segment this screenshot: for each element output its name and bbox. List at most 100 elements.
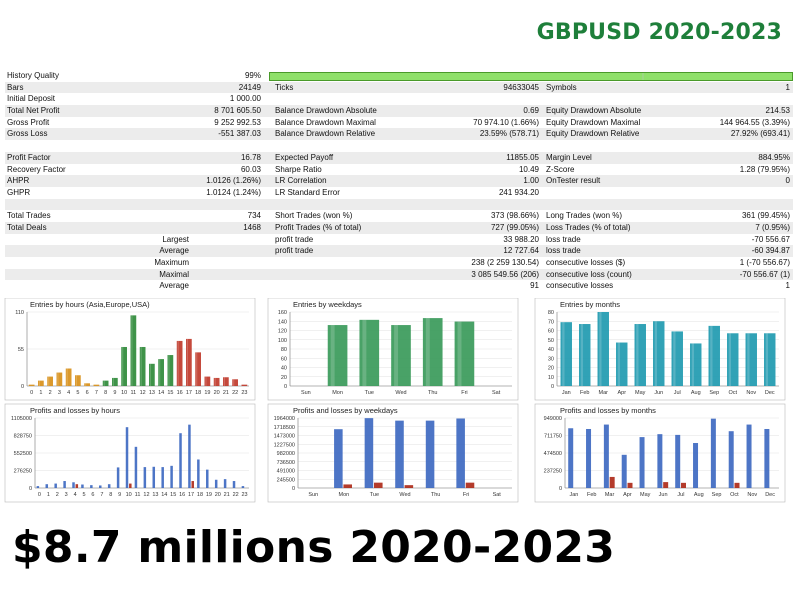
report-cell bbox=[698, 140, 792, 152]
report-cell: Total Trades bbox=[7, 211, 51, 221]
report-cell: 24149 bbox=[238, 82, 261, 92]
y-tick-label: 10 bbox=[548, 375, 554, 381]
x-tick-label: 9 bbox=[113, 390, 116, 396]
x-tick-label: 16 bbox=[177, 390, 183, 396]
report-cell: Bars bbox=[7, 82, 24, 92]
profit-bar bbox=[125, 427, 129, 488]
bar-highlight bbox=[38, 380, 41, 386]
report-cell: 94633045 bbox=[503, 82, 539, 92]
report-cell: consecutive losses bbox=[546, 281, 614, 291]
x-tick-label: Mon bbox=[339, 492, 350, 498]
report-cell: 1 (-70 556.67) bbox=[739, 258, 790, 267]
x-tick-label: Wed bbox=[395, 390, 406, 396]
x-tick-label: Sun bbox=[301, 390, 311, 396]
report-cell bbox=[189, 269, 273, 281]
x-tick-label: Wed bbox=[399, 492, 410, 498]
x-tick-label: Feb bbox=[580, 390, 589, 396]
y-tick-label: 552500 bbox=[14, 451, 32, 457]
report-row: Bars 24149 Ticks 94633045 Symbols 1 bbox=[5, 81, 793, 94]
x-tick-label: Jul bbox=[677, 492, 684, 498]
x-tick-label: Fri bbox=[463, 492, 469, 498]
profit-bar bbox=[188, 424, 191, 488]
y-tick-label: 276250 bbox=[14, 469, 32, 475]
profit-bar bbox=[657, 434, 663, 488]
bar-highlight bbox=[425, 318, 430, 386]
report-cell bbox=[273, 93, 455, 105]
x-tick-label: 6 bbox=[91, 492, 94, 498]
report-cell: Recovery Factor bbox=[7, 164, 66, 174]
loss-bar bbox=[681, 482, 686, 488]
loss-bar bbox=[663, 482, 669, 488]
report-cell: 727 (99.05%) bbox=[490, 222, 539, 232]
report-row: Average profit trade 12 727.64 loss trade -6… bbox=[5, 245, 793, 257]
x-tick-label: 15 bbox=[170, 492, 176, 498]
loss-bar bbox=[374, 482, 383, 488]
x-tick-label: 22 bbox=[232, 390, 238, 396]
report-cell bbox=[544, 70, 698, 82]
report-table: History Quality 99% Bars 24149 Ticks 94633045… bbox=[5, 70, 793, 292]
report-cell bbox=[455, 70, 544, 82]
bar-highlight bbox=[122, 346, 124, 386]
y-tick-label: 736500 bbox=[277, 460, 295, 466]
report-cell bbox=[273, 280, 455, 292]
x-tick-label: 17 bbox=[188, 492, 194, 498]
report-cell bbox=[455, 199, 544, 211]
y-tick-label: 1105000 bbox=[11, 416, 32, 422]
bar-highlight bbox=[205, 376, 207, 386]
y-tick-label: 0 bbox=[284, 384, 287, 390]
loss-bar bbox=[734, 482, 740, 488]
bar-highlight bbox=[580, 324, 584, 386]
report-cell: 1.0124 (1.24%) bbox=[206, 187, 261, 197]
x-tick-label: Fri bbox=[461, 390, 467, 396]
y-tick-label: 120 bbox=[278, 329, 287, 335]
y-tick-label: 474500 bbox=[544, 451, 562, 457]
y-tick-label: 828750 bbox=[14, 434, 32, 440]
x-tick-label: 18 bbox=[195, 390, 201, 396]
report-cell: Average bbox=[159, 281, 189, 291]
x-tick-label: 11 bbox=[131, 390, 137, 396]
y-tick-label: 0 bbox=[559, 486, 562, 492]
report-cell bbox=[273, 199, 455, 211]
x-tick-label: 21 bbox=[224, 492, 230, 498]
x-tick-label: Nov bbox=[747, 492, 757, 498]
profit-bar bbox=[621, 454, 627, 488]
report-cell bbox=[189, 140, 273, 152]
report-cell: Expected Payoff bbox=[275, 152, 334, 162]
profit-bar bbox=[710, 418, 716, 488]
report-row: Gross Loss -551 387.03 Balance Drawdown Re… bbox=[5, 128, 793, 141]
report-cell: 144 964.55 (3.39%) bbox=[719, 117, 790, 127]
x-tick-label: 0 bbox=[30, 390, 33, 396]
bar-highlight bbox=[617, 342, 621, 386]
bar bbox=[93, 384, 100, 386]
x-tick-label: Jun bbox=[659, 492, 668, 498]
profit-bar bbox=[45, 484, 49, 488]
y-tick-label: 949000 bbox=[544, 416, 562, 422]
x-tick-label: Jan bbox=[569, 492, 578, 498]
report-cell: 99% bbox=[244, 71, 261, 80]
y-tick-label: 1964000 bbox=[274, 416, 295, 422]
y-tick-label: 20 bbox=[281, 375, 287, 381]
report-cell bbox=[273, 269, 455, 281]
x-tick-label: 2 bbox=[56, 492, 59, 498]
profit-bar bbox=[152, 466, 156, 488]
x-tick-label: Feb bbox=[587, 492, 596, 498]
report-cell: 241 934.20 bbox=[498, 187, 539, 197]
x-tick-label: 19 bbox=[204, 390, 210, 396]
report-cell: profit trade bbox=[275, 234, 314, 244]
bar-highlight bbox=[747, 333, 750, 386]
x-tick-label: 3 bbox=[65, 492, 68, 498]
profit-bar bbox=[639, 437, 645, 488]
x-tick-label: Sat bbox=[492, 390, 501, 396]
report-cell: OnTester result bbox=[546, 176, 601, 186]
report-cell: Sharpe Ratio bbox=[275, 164, 322, 174]
report-cell: Largest bbox=[162, 234, 189, 244]
report-row bbox=[5, 140, 793, 152]
profit-bar bbox=[603, 424, 609, 488]
x-tick-label: 21 bbox=[223, 390, 229, 396]
y-tick-label: 1473000 bbox=[274, 434, 295, 440]
report-cell: Maximal bbox=[159, 269, 189, 279]
profit-bar bbox=[36, 486, 40, 488]
profit-bar bbox=[143, 467, 147, 488]
page-title: GBPUSD 2020-2023 bbox=[536, 20, 782, 45]
report-cell: -60 394.87 bbox=[751, 246, 790, 256]
